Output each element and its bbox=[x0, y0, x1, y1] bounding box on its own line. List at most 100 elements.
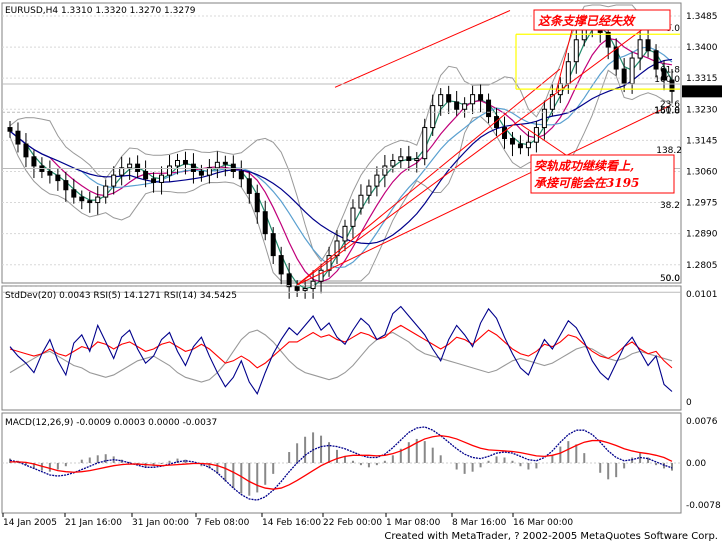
candle-body bbox=[270, 233, 276, 257]
candle-body bbox=[422, 127, 428, 160]
fibo-level-label: 100.0 bbox=[654, 75, 680, 85]
candle-body bbox=[414, 158, 420, 161]
candle-body bbox=[525, 141, 531, 149]
candle-body bbox=[254, 192, 260, 213]
price-tick-label: 1.3145 bbox=[686, 136, 718, 146]
candle-body bbox=[167, 165, 173, 176]
candle-body bbox=[214, 161, 220, 169]
price-tick-label: 1.3060 bbox=[686, 167, 718, 177]
candle-body bbox=[238, 170, 244, 180]
candle-body bbox=[71, 189, 77, 198]
candle-body bbox=[111, 174, 117, 187]
candle-body bbox=[135, 163, 141, 172]
candle-body bbox=[366, 185, 372, 196]
x-tick-label: 31 Jan 00:00 bbox=[132, 518, 189, 528]
candle-body bbox=[382, 165, 388, 176]
price-tick-label: 1.2805 bbox=[686, 261, 718, 271]
candle-body bbox=[79, 196, 85, 202]
candle-body bbox=[63, 180, 69, 191]
candle-body bbox=[182, 159, 188, 165]
candle-body bbox=[278, 255, 284, 275]
channel-note-line2: 承接可能会在3195 bbox=[534, 176, 639, 190]
candle-body bbox=[430, 105, 436, 129]
x-tick-label: 7 Feb 08:00 bbox=[196, 518, 250, 528]
price-tick-label: 1.3400 bbox=[686, 43, 718, 53]
candle-body bbox=[294, 286, 300, 291]
candle-body bbox=[55, 174, 61, 182]
candle-body bbox=[470, 94, 476, 105]
candle-body bbox=[565, 61, 571, 85]
fibo-level-label: 38.2 bbox=[660, 201, 680, 211]
candle-body bbox=[230, 163, 236, 172]
candle-body bbox=[302, 288, 308, 291]
price-tick-label: 1.2975 bbox=[686, 199, 718, 209]
x-tick-label: 14 Jan 2005 bbox=[3, 518, 57, 528]
candle-body bbox=[47, 170, 53, 176]
rsi-tick-label: 0.0101 bbox=[686, 290, 718, 300]
candle-body bbox=[222, 161, 228, 165]
fibo-level-label: 61.8 bbox=[660, 65, 680, 75]
last-price-label: 1.3279 bbox=[686, 87, 718, 97]
candle-body bbox=[358, 194, 364, 209]
candle-body bbox=[573, 39, 579, 63]
x-tick-label: 16 Mar 00:00 bbox=[513, 518, 573, 528]
candle-body bbox=[318, 269, 324, 282]
candle-body bbox=[446, 94, 452, 103]
chart-canvas[interactable]: 61.8100.023.6150.0161.8138.238.20.050.00… bbox=[0, 0, 724, 546]
candle-body bbox=[310, 280, 316, 290]
candle-body bbox=[454, 101, 460, 110]
macd-tick-label: 0.00 bbox=[686, 459, 706, 469]
candle-body bbox=[198, 170, 204, 176]
x-tick-label: 14 Feb 16:00 bbox=[262, 518, 321, 528]
macd-tick-label: -0.0078 bbox=[686, 501, 721, 511]
candle-body bbox=[517, 143, 523, 149]
macd-tick-label: 0.0076 bbox=[686, 417, 718, 427]
candle-body bbox=[509, 138, 515, 145]
footer-credit: Created with MetaTrader, ? 2002-2005 Met… bbox=[384, 531, 718, 542]
candle-body bbox=[629, 57, 635, 85]
candle-body bbox=[350, 207, 356, 227]
support-note: 这条支撑已经失效 bbox=[538, 14, 636, 28]
macd-header: MACD(12,26,9) -0.0009 0.0003 0.0000 -0.0… bbox=[5, 418, 217, 428]
candle-body bbox=[653, 50, 659, 70]
candle-body bbox=[390, 159, 396, 167]
candle-body bbox=[621, 68, 627, 85]
chart-window: 61.8 100.0 23.6 150.0 161.8 138.2 38.2 0.0 50.0 0… bbox=[0, 0, 724, 546]
fibo-level-label: 161.8 bbox=[654, 107, 680, 117]
candle-body bbox=[31, 156, 37, 167]
candle-body bbox=[478, 94, 484, 101]
candle-body bbox=[374, 174, 380, 187]
fibo-level-label: 50.0 bbox=[660, 274, 680, 284]
price-tick-label: 1.3315 bbox=[686, 74, 718, 84]
candle-body bbox=[462, 103, 468, 110]
candle-body bbox=[406, 156, 412, 161]
candle-body bbox=[151, 178, 157, 183]
candle-body bbox=[7, 127, 13, 132]
price-header: EURUSD,H4 1.3310 1.3320 1.3270 1.3279 bbox=[5, 6, 196, 16]
x-tick-label: 8 Mar 16:00 bbox=[452, 518, 507, 528]
candle-body bbox=[262, 211, 268, 235]
price-tick-label: 1.2890 bbox=[686, 230, 718, 240]
candle-body bbox=[246, 178, 252, 194]
candle-body bbox=[15, 130, 21, 145]
candle-body bbox=[95, 196, 101, 204]
candle-body bbox=[159, 174, 165, 183]
x-tick-label: 1 Mar 08:00 bbox=[386, 518, 441, 528]
candle-body bbox=[342, 225, 348, 242]
candle-body bbox=[486, 99, 492, 118]
candle-body bbox=[645, 39, 651, 52]
candle-body bbox=[438, 94, 444, 107]
x-tick-label: 21 Jan 16:00 bbox=[65, 518, 122, 528]
candle-body bbox=[286, 273, 292, 288]
x-tick-label: 22 Feb 00:00 bbox=[323, 518, 382, 528]
candle-body bbox=[23, 143, 29, 158]
candle-body bbox=[103, 185, 109, 198]
candle-body bbox=[190, 163, 196, 172]
price-tick-label: 1.3230 bbox=[686, 105, 718, 115]
candle-body bbox=[143, 170, 149, 180]
candle-body bbox=[398, 156, 404, 161]
candle-body bbox=[174, 159, 180, 167]
channel-note-line1: 突轨成功继续看上, bbox=[534, 159, 634, 173]
candle-body bbox=[87, 200, 93, 204]
price-tick-label: 1.3485 bbox=[686, 12, 718, 22]
